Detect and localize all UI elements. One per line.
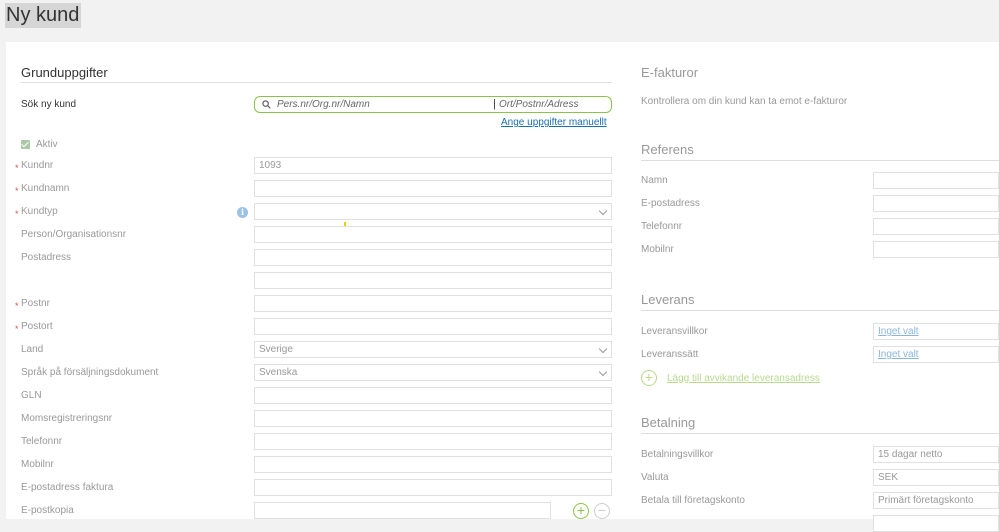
section-title-efakturor: E-fakturor — [641, 65, 699, 80]
leveransvillkor-label: Leveransvillkor — [641, 326, 708, 337]
kundnr-input[interactable]: 1093 — [254, 157, 612, 174]
postort-input[interactable] — [254, 318, 612, 335]
manual-entry-link[interactable]: Ange uppgifter manuellt — [501, 117, 607, 128]
divider — [21, 82, 612, 83]
gln-label: GLN — [21, 390, 42, 401]
valuta-select[interactable]: SEK — [873, 469, 999, 486]
search-label: Sök ny kund — [21, 99, 77, 110]
land-select[interactable]: Sverige — [254, 341, 612, 358]
valuta-label: Valuta — [641, 472, 669, 483]
chevron-down-icon — [598, 206, 608, 216]
leveranssatt-select[interactable]: Inget valt — [873, 346, 999, 363]
kundnamn-input[interactable] — [254, 180, 612, 197]
moms-input[interactable] — [254, 410, 612, 427]
kundtyp-label: Kundtyp — [21, 206, 58, 217]
add-email-copy-button[interactable]: + — [573, 503, 589, 519]
mobil-input[interactable] — [254, 456, 612, 473]
leveranssatt-value[interactable]: Inget valt — [878, 349, 919, 360]
active-label: Aktiv — [36, 139, 58, 150]
postadress-line2-input[interactable] — [254, 272, 612, 289]
search-placeholder-id: Pers.nr/Org.nr/Namn — [277, 99, 370, 110]
remove-email-copy-button[interactable]: − — [594, 503, 610, 519]
leveransvillkor-select[interactable]: Inget valt — [873, 323, 999, 340]
land-label: Land — [21, 344, 44, 355]
epost-kopia-input[interactable] — [254, 502, 551, 519]
foretagskonto-select[interactable]: Primärt företagskonto — [873, 492, 999, 509]
search-separator: | — [493, 98, 496, 110]
chevron-down-icon — [598, 367, 608, 377]
betalningsvillkor-select[interactable]: 15 dagar netto — [873, 446, 999, 463]
postadress-label: Postadress — [21, 252, 72, 263]
sprak-select[interactable]: Svenska — [254, 364, 612, 381]
referens-epost-label: E-postadress — [641, 198, 700, 209]
required-mark: * — [15, 209, 19, 219]
postnr-label: Postnr — [21, 298, 50, 309]
orgnr-label: Person/Organisationsnr — [21, 229, 127, 240]
referens-telefon-label: Telefonnr — [641, 221, 683, 232]
mobil-label: Mobilnr — [21, 459, 54, 470]
referens-mobil-label: Mobilnr — [641, 244, 674, 255]
referens-namn-label: Namn — [641, 175, 668, 186]
sprak-value: Svenska — [259, 367, 298, 378]
sprak-label: Språk på försäljningsdokument — [21, 367, 159, 378]
gln-input[interactable] — [254, 387, 612, 404]
page-title: Ny kund — [5, 3, 82, 28]
referens-telefon-input[interactable] — [873, 218, 999, 235]
efaktura-info-text: Kontrollera om din kund kan ta emot e-fa… — [641, 96, 848, 107]
epost-faktura-label: E-postadress faktura — [21, 482, 114, 493]
active-checkbox[interactable] — [21, 140, 30, 149]
required-mark: * — [15, 301, 19, 311]
chevron-down-icon — [598, 344, 608, 354]
foretagskonto-label: Betala till företagskonto — [641, 495, 745, 506]
referens-namn-input[interactable] — [873, 172, 999, 189]
required-mark: * — [15, 163, 19, 173]
info-icon[interactable]: i — [237, 207, 248, 218]
search-icon — [262, 100, 271, 109]
postadress-input[interactable] — [254, 249, 612, 266]
kundnr-label: Kundnr — [21, 160, 54, 171]
customer-form-panel: Grunduppgifter Sök ny kund Pers.nr/Org.n… — [6, 42, 999, 532]
section-title-referens: Referens — [641, 142, 694, 157]
section-title-grunduppgifter: Grunduppgifter — [21, 65, 108, 80]
betalningsvillkor-label: Betalningsvillkor — [641, 449, 714, 460]
kundnamn-label: Kundnamn — [21, 183, 70, 194]
required-mark: * — [15, 324, 19, 334]
postnr-input[interactable] — [254, 295, 612, 312]
leveranssatt-label: Leveranssätt — [641, 349, 699, 360]
divider — [641, 310, 999, 311]
referens-epost-input[interactable] — [873, 195, 999, 212]
leveransvillkor-value[interactable]: Inget valt — [878, 326, 919, 337]
orgnr-input[interactable] — [254, 226, 612, 243]
epost-faktura-input[interactable] — [254, 479, 612, 496]
divider — [641, 433, 999, 434]
land-value: Sverige — [259, 344, 293, 355]
required-mark: * — [15, 186, 19, 196]
moms-label: Momsregistreringsnr — [21, 413, 113, 424]
add-delivery-address-link[interactable]: Lägg till avvikande leveransadress — [667, 373, 820, 384]
divider — [641, 160, 999, 161]
section-title-betalning: Betalning — [641, 415, 696, 430]
referens-mobil-input[interactable] — [873, 241, 999, 258]
kundtyp-select[interactable] — [254, 203, 612, 220]
telefon-input[interactable] — [254, 433, 612, 450]
telefon-label: Telefonnr — [21, 436, 63, 447]
section-title-leverans: Leverans — [641, 292, 695, 307]
epost-kopia-label: E-postkopia — [21, 505, 74, 516]
postort-label: Postort — [21, 321, 53, 332]
add-delivery-address-icon[interactable]: + — [641, 370, 657, 386]
customer-search-input[interactable]: Pers.nr/Org.nr/Namn | Ort/Postnr/Adress — [254, 96, 612, 113]
search-placeholder-address: Ort/Postnr/Adress — [499, 99, 579, 110]
extra-select[interactable] — [873, 515, 999, 532]
